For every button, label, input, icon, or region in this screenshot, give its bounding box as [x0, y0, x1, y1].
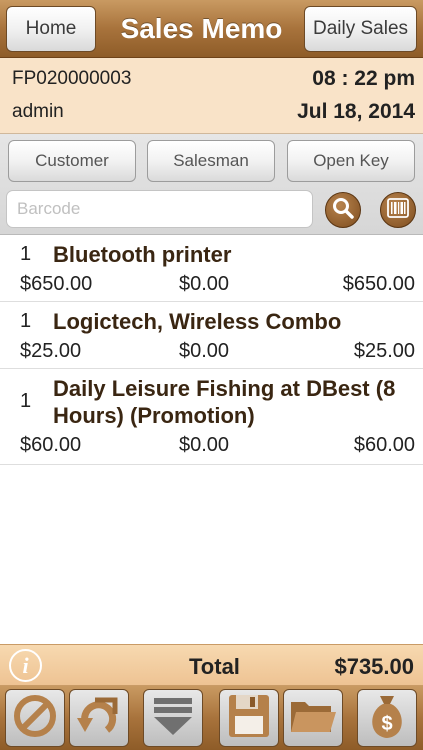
- save-icon: [226, 692, 272, 745]
- item-discount: $0.00: [179, 273, 230, 295]
- daily-sales-button[interactable]: Daily Sales: [304, 6, 417, 52]
- memo-user: admin: [12, 101, 64, 122]
- item-total: $650.00: [342, 273, 415, 295]
- void-button[interactable]: [5, 689, 65, 747]
- collapse-button[interactable]: [143, 689, 203, 747]
- open-folder-icon: [288, 694, 338, 743]
- open-button[interactable]: [283, 689, 343, 747]
- barcode-input[interactable]: [6, 190, 313, 228]
- item-quantity: 1: [20, 390, 32, 412]
- barcode-icon: [387, 197, 409, 224]
- open-key-button[interactable]: Open Key: [287, 140, 415, 182]
- payment-button[interactable]: $: [357, 689, 417, 747]
- save-button[interactable]: [219, 689, 279, 747]
- salesman-button[interactable]: Salesman: [147, 140, 275, 182]
- item-total: $60.00: [353, 434, 415, 456]
- item-quantity: 1: [20, 310, 32, 332]
- action-bar: Customer Salesman Open Key: [0, 134, 423, 235]
- item-discount: $0.00: [179, 434, 230, 456]
- list-item[interactable]: 1 Bluetooth printer $650.00 $0.00 $650.0…: [0, 235, 423, 302]
- customer-button[interactable]: Customer: [8, 140, 136, 182]
- bottom-toolbar: $: [0, 686, 423, 750]
- item-list: 1 Bluetooth printer $650.00 $0.00 $650.0…: [0, 235, 423, 465]
- page-title: Sales Memo: [120, 13, 283, 44]
- memo-number: FP020000003: [12, 68, 132, 89]
- memo-info-panel: FP020000003 08 : 22 pm admin Jul 18, 201…: [0, 58, 423, 134]
- barcode-scan-button[interactable]: [380, 192, 416, 228]
- item-name: Daily Leisure Fishing at DBest (8 Hours)…: [53, 376, 396, 428]
- list-item[interactable]: 1 Daily Leisure Fishing at DBest (8 Hour…: [0, 369, 423, 465]
- search-button[interactable]: [325, 192, 361, 228]
- item-price: $25.00: [20, 340, 82, 362]
- memo-date: Jul 18, 2014: [297, 100, 415, 123]
- total-value: $735.00: [334, 654, 414, 679]
- item-name: Logictech, Wireless Combo: [53, 309, 342, 334]
- item-total: $25.00: [353, 340, 415, 362]
- total-label: Total: [189, 654, 240, 679]
- item-name: Bluetooth printer: [53, 242, 232, 267]
- return-button[interactable]: [69, 689, 129, 747]
- item-price: $650.00: [20, 273, 93, 295]
- collapse-icon: [150, 693, 196, 744]
- svg-text:$: $: [381, 713, 392, 735]
- navigation-bar: Home Sales Memo Daily Sales: [0, 0, 423, 58]
- info-icon[interactable]: i: [9, 649, 42, 682]
- item-price: $60.00: [20, 434, 82, 456]
- search-icon: [331, 196, 355, 225]
- void-icon: [12, 693, 58, 744]
- list-item[interactable]: 1 Logictech, Wireless Combo $25.00 $0.00…: [0, 302, 423, 369]
- item-quantity: 1: [20, 243, 32, 265]
- total-bar: i Total $735.00: [0, 644, 423, 686]
- home-button[interactable]: Home: [6, 6, 96, 52]
- item-discount: $0.00: [179, 340, 230, 362]
- memo-time: 08 : 22 pm: [312, 67, 415, 90]
- return-icon: [75, 692, 123, 745]
- payment-icon: $: [363, 690, 411, 747]
